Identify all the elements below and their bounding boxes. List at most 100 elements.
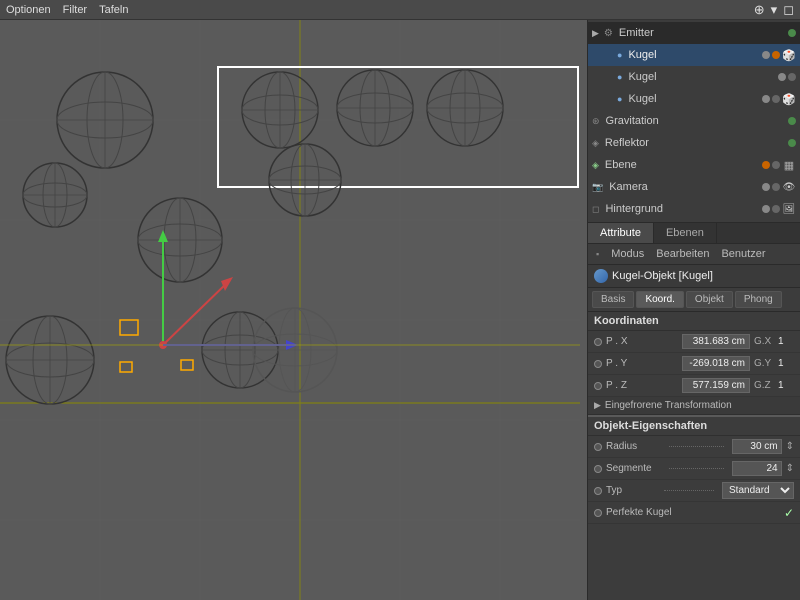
dot4	[788, 73, 796, 81]
plus-icon[interactable]: ⊕	[754, 2, 765, 18]
spinner-radius[interactable]: ⇕	[786, 441, 794, 452]
tab-phong[interactable]: Phong	[735, 291, 782, 308]
tree-item-kugel3[interactable]: ● Kugel 🎲	[588, 88, 800, 110]
tree-actions-hintergrund: 🖼	[762, 202, 796, 216]
viewport-svg	[0, 20, 587, 600]
toolbar-icons: ⊕ ▾ ◻	[754, 2, 794, 18]
prop-value-px[interactable]	[682, 334, 750, 349]
prop-row-pz: P . Z G.Z 1	[588, 375, 800, 397]
dot10	[772, 161, 780, 169]
prop-value-typ[interactable]: Standard	[722, 482, 794, 499]
prop-glabel-pz: G.Z	[754, 380, 774, 391]
tree-label-ebene: Ebene	[605, 159, 759, 171]
prop-gvalue-pz: 1	[778, 380, 794, 391]
object-icon	[594, 269, 608, 283]
frozen-transform[interactable]: ▶ Eingefrorene Transformation	[588, 397, 800, 415]
prop-dot-px	[594, 338, 602, 346]
prop-label-segmente: Segmente	[606, 463, 661, 474]
prop-row-segmente: Segmente ⇕	[588, 458, 800, 480]
dot8	[788, 139, 796, 147]
tree-actions-kamera: 👁	[762, 180, 796, 194]
dot5	[762, 95, 770, 103]
tree-item-emitter[interactable]: ▶ ⚙ Emitter	[588, 22, 800, 44]
down-icon[interactable]: ▾	[771, 2, 778, 18]
prop-value-pz[interactable]	[682, 378, 750, 393]
prop-glabel-px: G.X	[754, 336, 774, 347]
tree-actions-reflektor	[788, 139, 796, 147]
img-icon5: 🖼	[782, 202, 796, 216]
tree-label-kugel1: Kugel	[628, 49, 759, 61]
menu-optionen[interactable]: Optionen	[6, 4, 51, 16]
prop-dot-typ	[594, 487, 602, 495]
obj-props-header: Objekt-Eigenschaften	[588, 415, 800, 436]
tree-actions-kugel2	[778, 73, 796, 81]
menu-tafeln[interactable]: Tafeln	[99, 4, 128, 16]
prop-row-px: P . X G.X 1	[588, 331, 800, 353]
tab-koord[interactable]: Koord.	[636, 291, 683, 308]
dot13	[762, 205, 770, 213]
props-tab-row: Basis Koord. Objekt Phong	[588, 288, 800, 312]
prop-row-radius: Radius ⇕	[588, 436, 800, 458]
right-panel: ▶ ⚙ Emitter ● Kugel 🎲	[587, 20, 800, 600]
tree-actions-emitter	[788, 29, 796, 37]
tree-item-kamera[interactable]: 📷 Kamera 👁	[588, 176, 800, 198]
menu-bar: Optionen Filter Tafeln ⊕ ▾ ◻	[0, 0, 800, 20]
prop-gvalue-px: 1	[778, 336, 794, 347]
prop-dot-pz	[594, 382, 602, 390]
tree-actions-ebene: ▦	[762, 158, 796, 172]
prop-value-radius[interactable]	[732, 439, 782, 454]
dot2	[772, 51, 780, 59]
menu-filter[interactable]: Filter	[63, 4, 87, 16]
tree-item-reflektor[interactable]: ◈ Reflektor	[588, 132, 800, 154]
tree-label-kugel2: Kugel	[628, 71, 775, 83]
spinner-segmente[interactable]: ⇕	[786, 463, 794, 474]
prop-label-perfekte: Perfekte Kugel	[606, 507, 780, 518]
prop-label-radius: Radius	[606, 441, 661, 452]
object-header: Kugel-Objekt [Kugel]	[588, 265, 800, 288]
img-icon2: 🎲	[782, 92, 796, 106]
frozen-arrow: ▶	[594, 400, 601, 411]
tree-item-ebene[interactable]: ◈ Ebene ▦	[588, 154, 800, 176]
koordinaten-header: Koordinaten	[588, 312, 800, 331]
prop-dot-py	[594, 360, 602, 368]
viewport-3d[interactable]	[0, 20, 587, 600]
prop-row-py: P . Y G.Y 1	[588, 353, 800, 375]
tree-label-kamera: Kamera	[609, 181, 759, 193]
img-icon4: 👁	[782, 180, 796, 194]
prop-dot-perfekte	[594, 509, 602, 517]
tree-label-reflektor: Reflektor	[605, 137, 785, 149]
properties-panel: Attribute Ebenen ▪ Modus Bearbeiten Benu…	[588, 223, 800, 600]
prop-value-py[interactable]	[682, 356, 750, 371]
tree-item-gravitation[interactable]: ⊛ Gravitation	[588, 110, 800, 132]
dot9	[762, 161, 770, 169]
tree-label-gravitation: Gravitation	[606, 115, 785, 127]
toolbar-modus[interactable]: Modus	[607, 247, 648, 261]
main-layout: ▶ ⚙ Emitter ● Kugel 🎲	[0, 20, 800, 600]
tree-label-emitter: Emitter	[619, 27, 785, 39]
tree-item-kugel1[interactable]: ● Kugel 🎲	[588, 44, 800, 66]
img-icon1: 🎲	[782, 48, 796, 62]
dot12	[772, 183, 780, 191]
toolbar-bearbeiten[interactable]: Bearbeiten	[652, 247, 713, 261]
img-icon3: ▦	[782, 158, 796, 172]
tab-objekt[interactable]: Objekt	[686, 291, 733, 308]
prop-row-typ: Typ Standard	[588, 480, 800, 502]
dots-segmente	[669, 468, 724, 469]
dots-radius	[669, 446, 724, 447]
window-icon[interactable]: ◻	[783, 2, 794, 18]
tab-ebenen[interactable]: Ebenen	[654, 223, 717, 243]
tab-attribute[interactable]: Attribute	[588, 223, 654, 243]
dot1	[762, 51, 770, 59]
toolbar-benutzer[interactable]: Benutzer	[717, 247, 769, 261]
tab-basis[interactable]: Basis	[592, 291, 634, 308]
object-name: Kugel-Objekt [Kugel]	[612, 270, 713, 282]
prop-dot-segmente	[594, 465, 602, 473]
tree-item-hintergrund[interactable]: ◻ Hintergrund 🖼	[588, 198, 800, 220]
prop-label-pz: P . Z	[606, 380, 678, 391]
prop-value-segmente[interactable]	[732, 461, 782, 476]
tree-label-hintergrund: Hintergrund	[605, 203, 759, 215]
tree-item-kugel2[interactable]: ● Kugel	[588, 66, 800, 88]
prop-dot-radius	[594, 443, 602, 451]
dots-typ	[664, 490, 714, 491]
tree-actions-kugel3: 🎲	[762, 92, 796, 106]
